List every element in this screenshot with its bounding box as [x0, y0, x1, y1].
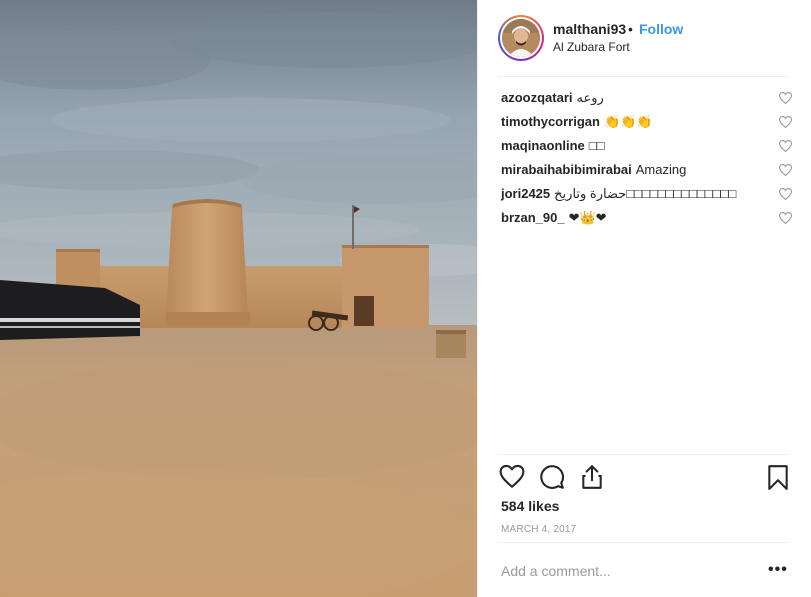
like-count[interactable]: 584 likes [501, 498, 559, 514]
comment-text: Amazing [635, 162, 687, 177]
comment-username[interactable]: brzan_90_ [501, 210, 565, 225]
comment-like-heart-icon[interactable] [779, 164, 792, 176]
separator-dot: • [628, 21, 633, 37]
comment-like-heart-icon[interactable] [779, 140, 792, 152]
panel-divider [477, 0, 478, 597]
comment-username[interactable]: mirabaihabibimirabai [501, 162, 632, 177]
comment-text: حضارة وتاريخ□□□□□□□□□□□□□□ [554, 186, 737, 201]
bookmark-icon[interactable] [765, 464, 791, 490]
comment-username[interactable]: jori2425 [501, 186, 550, 201]
share-icon[interactable] [579, 464, 605, 490]
avatar[interactable] [498, 15, 544, 61]
comment-like-heart-icon[interactable] [779, 116, 792, 128]
avatar-frame [500, 17, 542, 59]
comment-text: 👏👏👏 [603, 114, 653, 129]
fort-photo-image [0, 0, 477, 597]
comment-username[interactable]: timothycorrigan [501, 114, 600, 129]
add-comment-input[interactable] [501, 560, 751, 582]
comment-like-heart-icon[interactable] [779, 212, 792, 224]
comment-list: azoozqatari روعه timothycorrigan 👏👏👏 maqin… [501, 86, 792, 230]
comment-username[interactable]: maqinaonline [501, 138, 585, 153]
location-link[interactable]: Al Zubara Fort [553, 40, 630, 54]
comment-text: □□ [588, 138, 605, 153]
post-header: malthani93 • Follow Al Zubara Fort [477, 0, 811, 76]
comment-item: mirabaihabibimirabai Amazing [501, 158, 792, 182]
comment-item: maqinaonline □□ [501, 134, 792, 158]
heart-icon[interactable] [499, 464, 525, 490]
avatar-photo-icon [502, 19, 540, 57]
comment-item: jori2425 حضارة وتاريخ□□□□□□□□□□□□□□ [501, 182, 792, 206]
comment-item: timothycorrigan 👏👏👏 [501, 110, 792, 134]
username-link[interactable]: malthani93 [553, 21, 626, 37]
comment-text: ❤👑❤ [568, 210, 607, 225]
comment-item: azoozqatari روعه [501, 86, 792, 110]
comment-like-heart-icon[interactable] [779, 188, 792, 200]
comment-bubble-icon[interactable] [539, 464, 565, 490]
comment-item: brzan_90_ ❤👑❤ [501, 206, 792, 230]
comment-like-heart-icon[interactable] [779, 92, 792, 104]
comment-box-divider [498, 542, 789, 543]
post-date[interactable]: MARCH 4, 2017 [501, 524, 576, 535]
comment-text: روعه [576, 90, 604, 105]
more-options-icon[interactable]: ••• [768, 561, 788, 579]
follow-button[interactable]: Follow [639, 21, 683, 37]
actions-divider [498, 454, 789, 455]
comment-username[interactable]: azoozqatari [501, 90, 573, 105]
post-sidebar: malthani93 • Follow Al Zubara Fort azooz… [477, 0, 811, 597]
header-divider [498, 76, 789, 77]
post-photo[interactable] [0, 0, 477, 597]
avatar-image [502, 19, 540, 57]
